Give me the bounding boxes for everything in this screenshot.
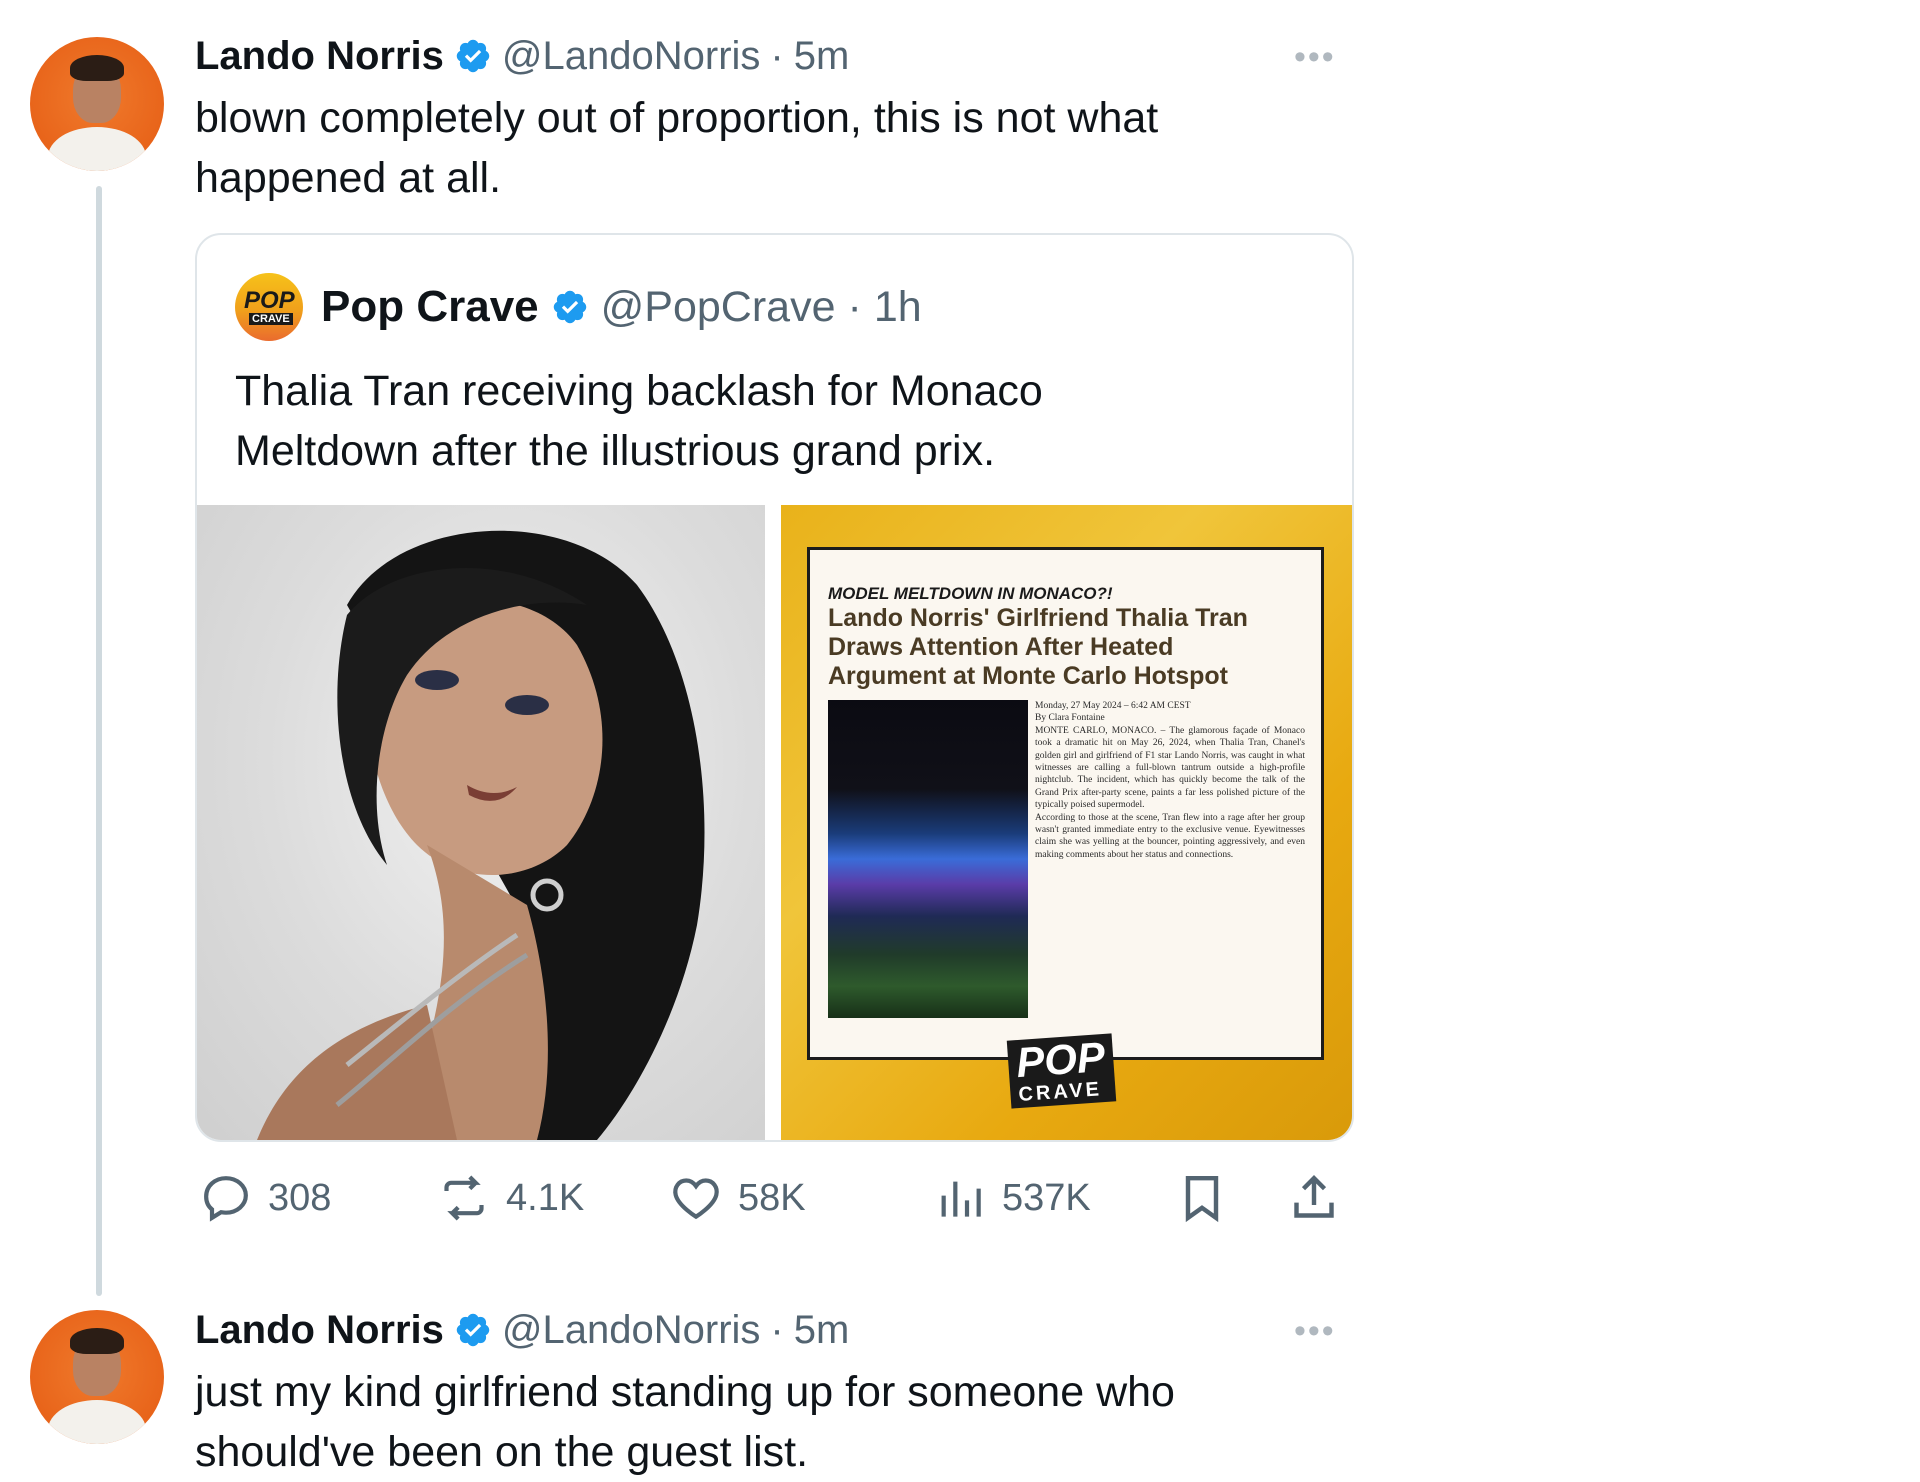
share-icon xyxy=(1294,1175,1334,1218)
headline-line: Argument at Monte Carlo Hotspot xyxy=(828,662,1228,690)
timestamp[interactable]: 5m xyxy=(794,34,850,79)
article-headline: Lando Norris' Girlfriend Thalia Tran Dra… xyxy=(828,604,1308,691)
article-body: Monday, 27 May 2024 – 6:42 AM CEST By Cl… xyxy=(1035,700,1305,861)
like-button[interactable]: 58K xyxy=(668,1170,806,1226)
quoted-tweet-header: Pop Crave @PopCrave · 1h xyxy=(321,279,922,335)
tweet-text-line: just my kind girlfriend standing up for … xyxy=(195,1368,1175,1416)
quoted-text-line: Thalia Tran receiving backlash for Monac… xyxy=(235,367,1043,415)
repost-icon xyxy=(444,1175,484,1221)
tweet-text: blown completely out of proportion, this… xyxy=(195,88,1355,208)
heart-icon xyxy=(673,1178,719,1220)
tweet-text: just my kind girlfriend standing up for … xyxy=(195,1362,1355,1482)
logo-text: POP xyxy=(244,287,295,314)
article-kicker: MODEL MELTDOWN IN MONACO?! xyxy=(828,584,1113,603)
avatar[interactable] xyxy=(30,1310,164,1444)
tweet-text-line: happened at all. xyxy=(195,154,502,202)
separator-dot: · xyxy=(847,282,862,331)
separator-dot: · xyxy=(770,1307,784,1352)
popcrave-watermark-logo: POP CRAVE xyxy=(1006,1032,1116,1109)
verified-badge-icon xyxy=(456,39,490,73)
quoted-author-handle[interactable]: @PopCrave xyxy=(601,283,836,332)
article-photo xyxy=(828,700,1028,1018)
quoted-timestamp[interactable]: 1h xyxy=(874,283,922,332)
more-options-icon[interactable]: ••• xyxy=(1294,1312,1336,1351)
verified-badge-icon xyxy=(553,290,586,324)
timestamp[interactable]: 5m xyxy=(794,1308,850,1353)
quoted-tweet-text: Thalia Tran receiving backlash for Monac… xyxy=(235,361,1315,481)
tweet-header: Lando Norris @LandoNorris · 5m xyxy=(195,30,849,82)
author-name[interactable]: Lando Norris xyxy=(195,34,444,79)
thread-connector-line xyxy=(96,186,102,1296)
headline-line: Lando Norris' Girlfriend Thalia Tran xyxy=(828,604,1248,632)
media-image-portrait[interactable] xyxy=(197,505,765,1140)
quoted-tweet-card[interactable]: POP CRAVE Pop Crave @PopCrave · 1h Thali… xyxy=(195,233,1354,1142)
article-paragraph: According to those at the scene, Tran fl… xyxy=(1035,812,1305,860)
views-button[interactable]: 537K xyxy=(932,1170,1091,1226)
news-article-clipping: MODEL MELTDOWN IN MONACO?! Lando Norris'… xyxy=(807,547,1324,1060)
views-count: 537K xyxy=(1002,1176,1091,1219)
reply-count: 308 xyxy=(268,1176,332,1219)
article-dateline: Monday, 27 May 2024 – 6:42 AM CEST xyxy=(1035,701,1191,711)
watermark-subtext: CRAVE xyxy=(1017,1078,1103,1107)
tweet-text-line: blown completely out of proportion, this… xyxy=(195,94,1159,142)
reply-icon xyxy=(204,1176,248,1222)
quoted-author-name[interactable]: Pop Crave xyxy=(321,282,539,332)
more-options-icon[interactable]: ••• xyxy=(1294,38,1336,77)
share-button[interactable] xyxy=(1286,1170,1342,1226)
article-paragraph: MONTE CARLO, MONACO. – The glamorous faç… xyxy=(1035,725,1305,811)
author-handle[interactable]: @LandoNorris xyxy=(502,34,761,79)
views-chart-icon xyxy=(941,1181,981,1217)
bookmark-icon xyxy=(1185,1175,1219,1223)
like-count: 58K xyxy=(738,1176,806,1219)
verified-badge-icon xyxy=(456,1313,490,1347)
portrait-illustration xyxy=(257,530,705,1140)
tweet-header: Lando Norris @LandoNorris · 5m xyxy=(195,1304,849,1356)
repost-count: 4.1K xyxy=(506,1176,585,1219)
popcrave-avatar[interactable]: POP CRAVE xyxy=(235,273,303,341)
watermark-text: POP xyxy=(1014,1032,1107,1087)
author-handle[interactable]: @LandoNorris xyxy=(502,1308,761,1353)
tweet-text-line: should've been on the guest list. xyxy=(195,1428,809,1476)
media-image-article[interactable]: MODEL MELTDOWN IN MONACO?! Lando Norris'… xyxy=(781,505,1352,1140)
avatar[interactable] xyxy=(30,37,164,171)
author-name[interactable]: Lando Norris xyxy=(195,1308,444,1353)
reply-button[interactable]: 308 xyxy=(198,1170,331,1226)
article-byline: By Clara Fontaine xyxy=(1035,713,1105,724)
logo-subtext: CRAVE xyxy=(249,313,293,325)
repost-button[interactable]: 4.1K xyxy=(436,1170,584,1226)
quoted-text-line: Meltdown after the illustrious grand pri… xyxy=(235,427,996,475)
separator-dot: · xyxy=(770,33,784,78)
media-divider xyxy=(765,505,781,1140)
headline-line: Draws Attention After Heated xyxy=(828,633,1174,661)
bookmark-button[interactable] xyxy=(1174,1170,1230,1226)
